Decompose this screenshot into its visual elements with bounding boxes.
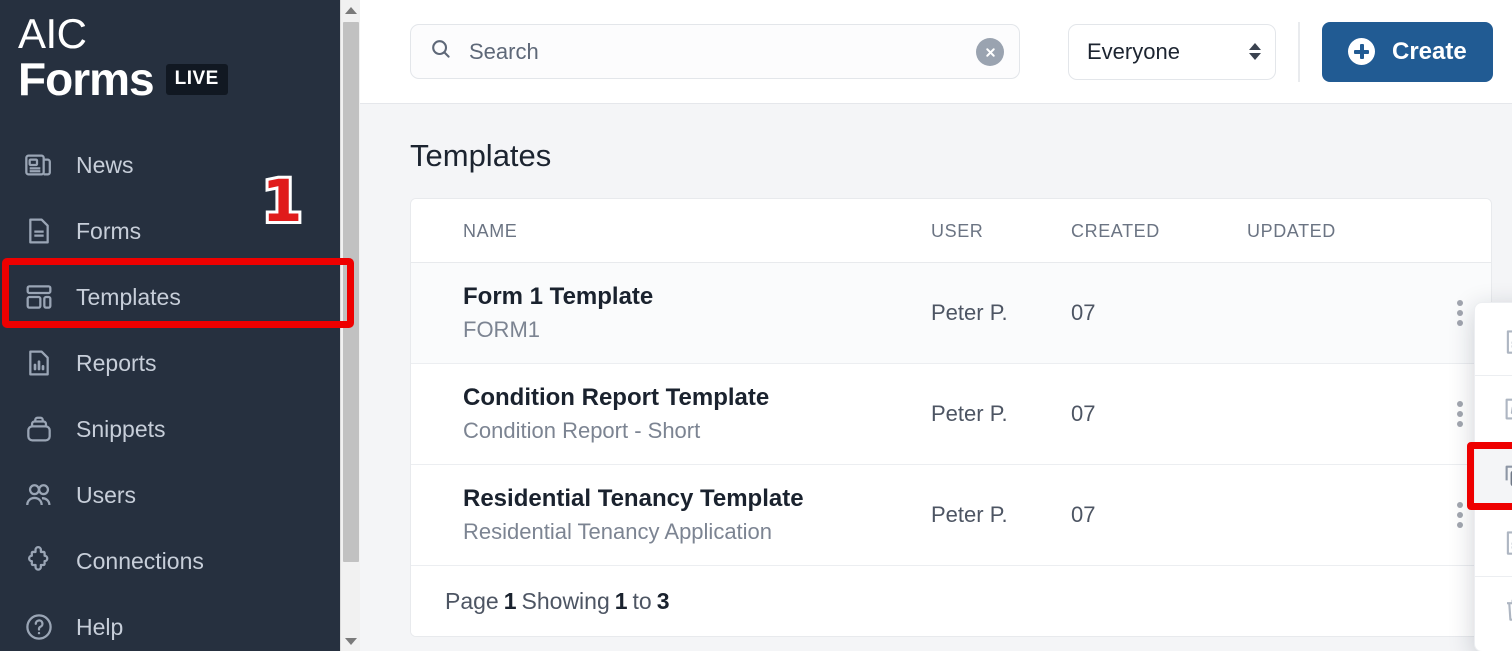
context-menu-item-delete[interactable]: Delete <box>1475 577 1512 643</box>
pager-prefix: Page <box>445 587 499 614</box>
column-header-user[interactable]: USER <box>931 199 1071 263</box>
scrollbar-thumb[interactable] <box>343 22 359 562</box>
template-user: Peter P. <box>931 401 1008 426</box>
table-row[interactable]: Form 1 Template FORM1 Peter P. 07 <box>411 262 1491 364</box>
template-created: 07 <box>1071 502 1096 527</box>
audience-select[interactable]: Everyone <box>1068 23 1276 80</box>
template-updated <box>1247 364 1427 465</box>
template-subtitle: FORM1 <box>463 316 540 342</box>
app-root: AIC Forms LIVE News Forms Templates Repo… <box>0 0 1512 651</box>
audience-select-value: Everyone <box>1087 38 1180 64</box>
logo-live-badge: LIVE <box>165 64 228 95</box>
templates-table: NAME USER CREATED UPDATED Form 1 Templat… <box>411 199 1491 566</box>
audience-filter[interactable]: Everyone <box>1068 23 1276 80</box>
context-menu-item-duplicate[interactable]: Duplicate <box>1475 443 1512 509</box>
template-name: Form 1 Template <box>463 282 654 310</box>
question-circle-icon <box>22 610 56 644</box>
search-box[interactable] <box>410 24 1020 79</box>
sidebar: AIC Forms LIVE News Forms Templates Repo… <box>0 0 360 651</box>
copy-icon <box>1501 461 1512 491</box>
table-row[interactable]: Residential Tenancy Template Residential… <box>411 465 1491 566</box>
close-circle-icon <box>985 47 995 57</box>
row-context-menu: View Edit <box>1474 302 1512 651</box>
sidebar-nav: News Forms Templates Reports Snippets Us… <box>0 132 360 651</box>
search-icon <box>429 37 453 66</box>
template-user: Peter P. <box>931 300 1008 325</box>
template-subtitle: Residential Tenancy Application <box>463 518 773 544</box>
toolbar: Everyone Create <box>360 0 1512 104</box>
sidebar-item-snippets[interactable]: Snippets <box>0 396 360 462</box>
sidebar-item-help[interactable]: Help <box>0 594 360 651</box>
context-menu-item-view[interactable]: View <box>1475 309 1512 375</box>
sidebar-item-news[interactable]: News <box>0 132 360 198</box>
toolbar-divider <box>1298 21 1300 82</box>
scroll-down-arrow-icon[interactable] <box>341 631 360 651</box>
sidebar-scrollbar[interactable] <box>340 0 360 651</box>
search-input[interactable] <box>469 38 949 65</box>
sidebar-item-label: Forms <box>76 217 142 244</box>
news-icon <box>22 148 56 182</box>
search-container <box>410 24 1020 79</box>
table-header: NAME USER CREATED UPDATED <box>411 199 1491 263</box>
document-icon <box>22 214 56 248</box>
sidebar-item-templates[interactable]: Templates <box>0 264 360 330</box>
context-menu-item-edit[interactable]: Edit <box>1475 376 1512 442</box>
column-header-created[interactable]: CREATED <box>1071 199 1247 263</box>
table-body: Form 1 Template FORM1 Peter P. 07 Condit… <box>411 262 1491 566</box>
snippets-box-icon <box>22 412 56 446</box>
pager-mid: Showing <box>521 587 610 614</box>
sidebar-item-label: News <box>76 151 134 178</box>
puzzle-icon <box>22 544 56 578</box>
pager-to-label: to <box>632 587 652 614</box>
trash-icon <box>1501 595 1512 625</box>
sidebar-item-label: Reports <box>76 349 157 376</box>
pagination-status: Page 1 Showing 1 to 3 <box>411 566 1491 636</box>
create-button[interactable]: Create <box>1322 21 1493 82</box>
pager-from: 1 <box>614 587 628 614</box>
column-header-actions <box>1427 199 1491 263</box>
logo-line-forms: Forms <box>18 53 155 105</box>
content-area: Templates NAME USER CREATED UPDATED Form… <box>360 104 1512 637</box>
logo-line-aic: AIC <box>18 10 87 57</box>
sidebar-item-users[interactable]: Users <box>0 462 360 528</box>
document-icon <box>1501 528 1512 558</box>
create-button-label: Create <box>1392 37 1467 65</box>
template-name: Condition Report Template <box>463 383 770 411</box>
template-user: Peter P. <box>931 502 1008 527</box>
template-name: Residential Tenancy Template <box>463 484 804 512</box>
templates-icon <box>22 280 56 314</box>
annotation-step-1: 1 <box>259 167 305 235</box>
search-clear-button[interactable] <box>976 38 1004 66</box>
sidebar-item-forms[interactable]: Forms <box>0 198 360 264</box>
template-updated <box>1247 263 1427 364</box>
sidebar-item-label: Snippets <box>76 415 166 442</box>
sidebar-item-label: Help <box>76 613 124 640</box>
plus-circle-icon <box>1348 38 1375 65</box>
template-updated <box>1247 465 1427 566</box>
templates-card: NAME USER CREATED UPDATED Form 1 Templat… <box>410 198 1492 637</box>
sidebar-item-reports[interactable]: Reports <box>0 330 360 396</box>
template-created: 07 <box>1071 401 1096 426</box>
page-title: Templates <box>410 138 552 173</box>
context-menu-item-create-form[interactable]: Create Form <box>1475 510 1512 576</box>
sidebar-item-label: Templates <box>76 283 181 310</box>
report-chart-icon <box>22 346 56 380</box>
table-row[interactable]: Condition Report Template Condition Repo… <box>411 364 1491 465</box>
column-header-name[interactable]: NAME <box>411 199 931 263</box>
app-logo: AIC Forms LIVE <box>0 0 360 110</box>
scroll-up-arrow-icon[interactable] <box>341 0 360 20</box>
column-header-updated[interactable]: UPDATED <box>1247 199 1427 263</box>
document-icon <box>1501 327 1512 357</box>
pager-page-number: 1 <box>503 587 517 614</box>
template-subtitle: Condition Report - Short <box>463 417 701 443</box>
pencil-square-icon <box>1501 394 1512 424</box>
sidebar-item-label: Connections <box>76 547 204 574</box>
main-area: Everyone Create Templates NAME USER <box>360 0 1512 651</box>
pager-to: 3 <box>656 587 670 614</box>
template-created: 07 <box>1071 300 1096 325</box>
sidebar-item-label: Users <box>76 481 137 508</box>
sidebar-item-connections[interactable]: Connections <box>0 528 360 594</box>
chevron-updown-icon <box>1249 43 1261 60</box>
users-icon <box>22 478 56 512</box>
